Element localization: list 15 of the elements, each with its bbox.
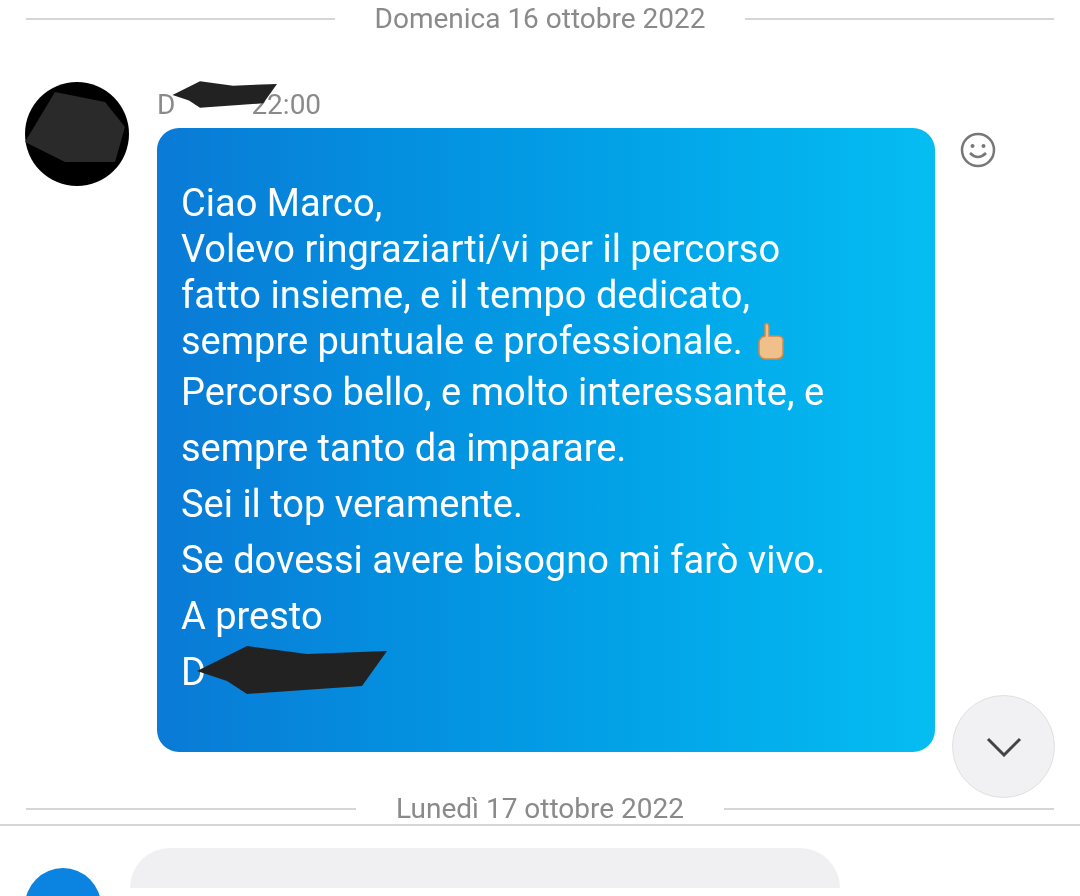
message-text: Volevo ringraziarti/vi per il percorso (181, 226, 781, 272)
message-text: Percorso bello, e molto interessante, e (181, 369, 825, 415)
date-separator: Lunedì 17 ottobre 2022 (396, 791, 684, 827)
chevron-down-icon (985, 736, 1022, 757)
message-text: sempre tanto da imparare. (181, 425, 627, 471)
avatar-icon (25, 82, 130, 187)
message-text: fatto insieme, e il tempo dedicato, (181, 272, 750, 318)
message-text: Ciao Marco, (181, 180, 383, 226)
message-text: A presto (181, 593, 323, 639)
emoji-reaction-icon[interactable] (960, 132, 996, 168)
date-separator: Domenica 16 ottobre 2022 (374, 1, 706, 37)
message-text: Sei il top veramente. (181, 481, 523, 527)
sender-name: D (157, 87, 176, 123)
message-text: Se dovessi avere bisogno mi farò vivo. (181, 537, 826, 583)
message-text: sempre puntuale e professionale. (181, 318, 743, 364)
